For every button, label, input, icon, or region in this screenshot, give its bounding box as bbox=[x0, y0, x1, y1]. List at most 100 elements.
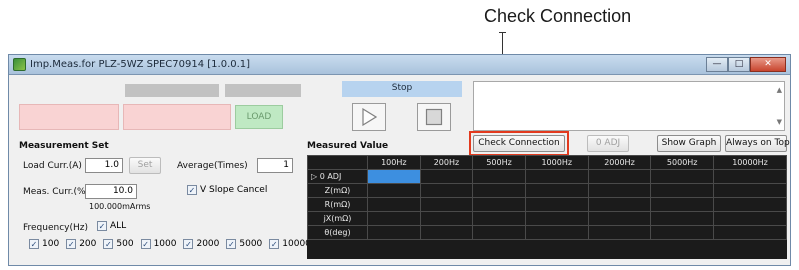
table-cell[interactable] bbox=[650, 183, 715, 198]
table-cell[interactable] bbox=[419, 183, 474, 198]
column-header: 10000Hz bbox=[713, 155, 787, 170]
table-cell[interactable] bbox=[472, 197, 526, 212]
frequency-label: Frequency(Hz) bbox=[23, 223, 89, 233]
table-cell[interactable] bbox=[587, 183, 652, 198]
table-cell[interactable] bbox=[524, 183, 589, 198]
table-cell[interactable] bbox=[419, 225, 474, 240]
table-corner bbox=[307, 155, 368, 170]
table-cell[interactable] bbox=[367, 225, 421, 240]
freq-checkbox[interactable]: ✓ bbox=[269, 239, 280, 249]
table-cell[interactable] bbox=[472, 183, 526, 198]
column-header: 500Hz bbox=[472, 155, 526, 170]
freq-option[interactable]: ✓ 200 bbox=[66, 239, 96, 249]
v-slope-cancel-option[interactable]: ✓ V Slope Cancel bbox=[187, 185, 267, 195]
load-curr-label: Load Curr.(A) bbox=[23, 161, 82, 171]
frequency-all-checkbox[interactable]: ✓ bbox=[97, 221, 107, 231]
table-cell[interactable] bbox=[587, 211, 652, 226]
measurement-set-title: Measurement Set bbox=[19, 141, 109, 151]
set-button[interactable]: Set bbox=[129, 157, 161, 174]
table-cell[interactable] bbox=[419, 197, 474, 212]
start-button[interactable] bbox=[352, 103, 386, 131]
row-header: θ(deg) bbox=[307, 225, 368, 240]
freq-label: 1000 bbox=[153, 239, 177, 249]
row-header: jX(mΩ) bbox=[307, 211, 368, 226]
maximize-button[interactable]: □ bbox=[728, 57, 750, 72]
table-row[interactable]: Z(mΩ) bbox=[307, 183, 787, 198]
minimize-button[interactable]: — bbox=[706, 57, 728, 72]
v-slope-cancel-checkbox[interactable]: ✓ bbox=[187, 185, 197, 195]
freq-option[interactable]: ✓ 100 bbox=[29, 239, 59, 249]
app-window: Imp.Meas.for PLZ-5WZ SPEC70914 [1.0.0.1]… bbox=[8, 54, 791, 266]
table-cell[interactable] bbox=[524, 197, 589, 212]
freq-checkbox[interactable]: ✓ bbox=[140, 239, 151, 249]
freq-option[interactable]: ✓ 2000 bbox=[183, 239, 219, 249]
table-cell[interactable] bbox=[713, 211, 787, 226]
table-cell[interactable] bbox=[472, 169, 526, 184]
average-label: Average(Times) bbox=[177, 161, 248, 171]
table-cell[interactable] bbox=[713, 225, 787, 240]
v-slope-cancel-label: V Slope Cancel bbox=[200, 185, 268, 195]
result-table: 100Hz 200Hz 500Hz 1000Hz 2000Hz 5000Hz 1… bbox=[307, 155, 787, 240]
zero-adj-button[interactable]: 0 ADJ bbox=[587, 135, 629, 152]
selected-cell[interactable] bbox=[367, 169, 421, 184]
table-cell[interactable] bbox=[524, 211, 589, 226]
table-cell[interactable] bbox=[650, 169, 715, 184]
freq-option[interactable]: ✓ 10000 bbox=[269, 239, 311, 249]
close-button[interactable]: ✕ bbox=[750, 57, 786, 72]
freq-checkbox[interactable]: ✓ bbox=[66, 239, 77, 249]
title-bar: Imp.Meas.for PLZ-5WZ SPEC70914 [1.0.0.1]… bbox=[9, 55, 790, 75]
callout-label: Check Connection bbox=[484, 6, 632, 26]
status-display-1 bbox=[19, 104, 119, 130]
frequency-all-option[interactable]: ✓ ALL bbox=[97, 221, 126, 231]
measured-value-title: Measured Value bbox=[307, 141, 389, 151]
meas-curr-rms: 100.000mArms bbox=[89, 202, 151, 211]
table-cell[interactable] bbox=[367, 197, 421, 212]
table-cell[interactable] bbox=[472, 211, 526, 226]
table-row[interactable]: θ(deg) bbox=[307, 225, 787, 240]
row-header: Z(mΩ) bbox=[307, 183, 368, 198]
freq-option[interactable]: ✓ 5000 bbox=[226, 239, 262, 249]
average-field[interactable]: 1 bbox=[257, 158, 293, 173]
table-cell[interactable] bbox=[419, 169, 474, 184]
table-cell[interactable] bbox=[587, 197, 652, 212]
table-cell[interactable] bbox=[587, 169, 652, 184]
scroll-down-icon[interactable]: ▼ bbox=[777, 118, 782, 126]
stop-square-icon bbox=[425, 108, 443, 126]
table-cell[interactable] bbox=[650, 197, 715, 212]
show-graph-button[interactable]: Show Graph bbox=[657, 135, 721, 152]
status-bar-1 bbox=[125, 84, 219, 97]
column-header: 5000Hz bbox=[650, 155, 715, 170]
table-row[interactable]: jX(mΩ) bbox=[307, 211, 787, 226]
table-cell[interactable] bbox=[650, 211, 715, 226]
scroll-up-icon[interactable]: ▲ bbox=[777, 86, 782, 94]
freq-option[interactable]: ✓ 1000 bbox=[140, 239, 177, 249]
freq-option[interactable]: ✓ 500 bbox=[103, 239, 134, 249]
table-cell[interactable] bbox=[713, 183, 787, 198]
table-row[interactable]: ▷ 0 ADJ bbox=[307, 169, 787, 184]
table-cell[interactable] bbox=[713, 169, 787, 184]
table-cell[interactable] bbox=[472, 225, 526, 240]
row-selector-icon: ▷ bbox=[311, 172, 318, 181]
freq-checkbox[interactable]: ✓ bbox=[226, 239, 237, 249]
always-on-top-button[interactable]: Always on Top bbox=[725, 135, 790, 152]
table-row[interactable]: R(mΩ) bbox=[307, 197, 787, 212]
message-area[interactable]: ▲ ▼ bbox=[473, 81, 785, 131]
status-display-2 bbox=[123, 104, 231, 130]
load-button[interactable]: LOAD bbox=[235, 105, 283, 129]
table-cell[interactable] bbox=[524, 225, 589, 240]
freq-checkbox[interactable]: ✓ bbox=[183, 239, 194, 249]
stop-button[interactable] bbox=[417, 103, 451, 131]
table-cell[interactable] bbox=[587, 225, 652, 240]
freq-checkbox[interactable]: ✓ bbox=[103, 239, 114, 249]
meas-curr-field[interactable]: 10.0 bbox=[85, 184, 137, 199]
freq-checkbox[interactable]: ✓ bbox=[29, 239, 39, 249]
table-cell[interactable] bbox=[367, 183, 421, 198]
table-cell[interactable] bbox=[419, 211, 474, 226]
app-icon bbox=[13, 58, 26, 71]
table-cell[interactable] bbox=[650, 225, 715, 240]
load-curr-field[interactable]: 1.0 bbox=[85, 158, 123, 173]
row-header: R(mΩ) bbox=[307, 197, 368, 212]
table-cell[interactable] bbox=[713, 197, 787, 212]
table-cell[interactable] bbox=[367, 211, 421, 226]
table-cell[interactable] bbox=[524, 169, 589, 184]
